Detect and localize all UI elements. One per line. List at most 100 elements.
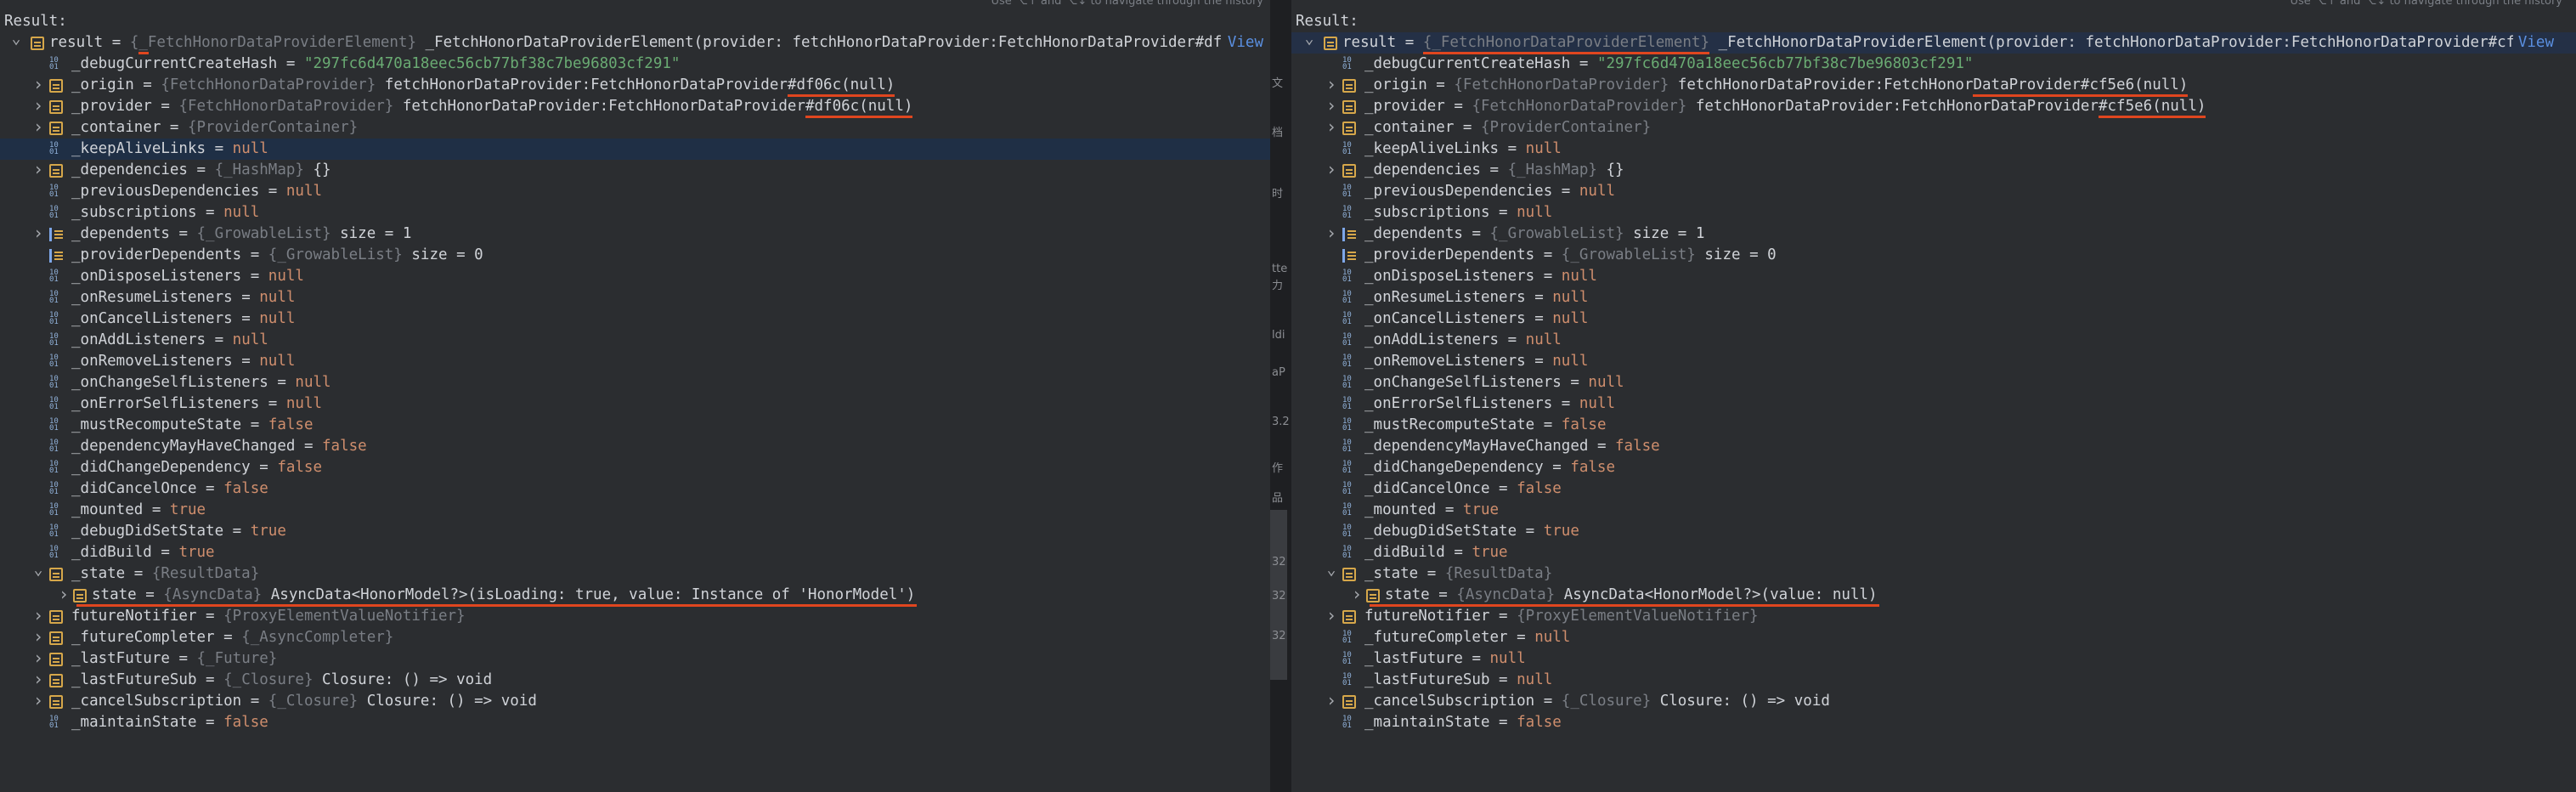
tree-row[interactable]: 10 01 _onRemoveListeners = null: [1291, 351, 2576, 372]
tree-row[interactable]: ⌄ _state = {ResultData}: [0, 563, 1270, 585]
tree-row[interactable]: 10 01 _didBuild = true: [1291, 542, 2576, 563]
tree-row[interactable]: 10 01 _onCancelListeners = null: [0, 308, 1270, 330]
tree-row[interactable]: 10 01 _subscriptions = null: [1291, 202, 2576, 223]
tree-row[interactable]: 10 01 _didChangeDependency = false: [0, 457, 1270, 478]
chevron-right-icon[interactable]: ›: [1349, 585, 1364, 605]
chevron-right-icon[interactable]: ›: [31, 691, 46, 711]
tree-row[interactable]: 10 01 _mounted = true: [1291, 500, 2576, 521]
tree-row[interactable]: 10 01 _onErrorSelfListeners = null: [0, 393, 1270, 415]
tree-row[interactable]: 10 01 _mustRecomputeState = false: [1291, 415, 2576, 436]
chevron-right-icon[interactable]: ›: [31, 117, 46, 138]
panel-divider[interactable]: 文档时 tte 力 ldi aP 3.2 作品 32 32 32: [1270, 0, 1291, 792]
tree-row[interactable]: › state = {AsyncData} AsyncData<HonorMode…: [0, 585, 1270, 606]
chevron-right-icon[interactable]: ›: [31, 96, 46, 116]
chevron-right-icon[interactable]: ›: [31, 606, 46, 626]
tree-row[interactable]: ⌄ _state = {ResultData}: [1291, 563, 2576, 585]
tree-row[interactable]: › _dependents = {_GrowableList} size = 1: [0, 223, 1270, 245]
background-glyph: 32: [1272, 630, 1286, 642]
chevron-right-icon[interactable]: ›: [31, 223, 46, 244]
tree-row[interactable]: 10 01 _futureCompleter = null: [1291, 627, 2576, 648]
view-link[interactable]: View: [2514, 32, 2554, 54]
tree-row[interactable]: 10 01 _previousDependencies = null: [1291, 181, 2576, 202]
tree-row[interactable]: 10 01 _keepAliveLinks = null: [0, 139, 1270, 160]
tree-row[interactable]: › _lastFutureSub = {_Closure} Closure: ()…: [0, 670, 1270, 691]
view-link[interactable]: View: [1223, 32, 1263, 54]
chevron-right-icon[interactable]: ›: [31, 160, 46, 180]
tree-row[interactable]: 10 01 _onAddListeners = null: [0, 330, 1270, 351]
tree-row[interactable]: 10 01 _onDisposeListeners = null: [1291, 266, 2576, 287]
chevron-down-icon[interactable]: ⌄: [1302, 32, 1317, 49]
tree-row[interactable]: › _dependencies = {_HashMap} {}: [1291, 160, 2576, 181]
tree-row[interactable]: › _dependents = {_GrowableList} size = 1: [1291, 223, 2576, 245]
tree-row[interactable]: › _lastFuture = {_Future}: [0, 648, 1270, 670]
tree-row[interactable]: 10 01 _debugDidSetState = true: [0, 521, 1270, 542]
chevron-right-icon[interactable]: ›: [1324, 223, 1339, 244]
chevron-right-icon[interactable]: ›: [31, 648, 46, 669]
chevron-right-icon[interactable]: ›: [56, 585, 71, 605]
variable-value: false: [277, 459, 323, 476]
tree-row[interactable]: _providerDependents = {_GrowableList} si…: [0, 245, 1270, 266]
tree-row[interactable]: 10 01 _lastFutureSub = null: [1291, 670, 2576, 691]
chevron-right-icon[interactable]: ›: [31, 670, 46, 690]
chevron-right-icon[interactable]: ›: [1324, 691, 1339, 711]
tree-row[interactable]: › _dependencies = {_HashMap} {}: [0, 160, 1270, 181]
chevron-right-icon[interactable]: ›: [1324, 160, 1339, 180]
tree-row[interactable]: › _futureCompleter = {_AsyncCompleter}: [0, 627, 1270, 648]
background-glyph: 文: [1272, 77, 1284, 90]
tree-row[interactable]: 10 01 _onRemoveListeners = null: [0, 351, 1270, 372]
tree-row[interactable]: 10 01 _onErrorSelfListeners = null: [1291, 393, 2576, 415]
chevron-right-icon[interactable]: ›: [1324, 117, 1339, 138]
tree-row[interactable]: › _cancelSubscription = {_Closure} Closur…: [0, 691, 1270, 712]
tree-row[interactable]: 10 01 _lastFuture = null: [1291, 648, 2576, 670]
tree-row[interactable]: › _cancelSubscription = {_Closure} Closur…: [1291, 691, 2576, 712]
tree-row[interactable]: › _origin = {FetchHonorDataProvider} fetc…: [0, 75, 1270, 96]
tree-row[interactable]: 10 01 _dependencyMayHaveChanged = false: [0, 436, 1270, 457]
chevron-down-icon[interactable]: ⌄: [1324, 563, 1339, 580]
variable-value: null: [1579, 395, 1616, 412]
chevron-down-icon[interactable]: ⌄: [8, 32, 24, 49]
tree-row[interactable]: › _container = {ProviderContainer}: [0, 117, 1270, 139]
field-icon: [1342, 610, 1356, 624]
tree-row[interactable]: › futureNotifier = {ProxyElementValueNoti…: [1291, 606, 2576, 627]
tree-row[interactable]: 10 01 _debugCurrentCreateHash = "297fc6d47…: [1291, 54, 2576, 75]
tree-row[interactable]: 10 01 _onChangeSelfListeners = null: [0, 372, 1270, 393]
tree-row[interactable]: 10 01 _mounted = true: [0, 500, 1270, 521]
tree-row[interactable]: 10 01 _maintainState = false: [0, 712, 1270, 733]
tree-row[interactable]: › _container = {ProviderContainer}: [1291, 117, 2576, 139]
chevron-right-icon[interactable]: ›: [31, 627, 46, 648]
tree-row[interactable]: 10 01 _didCancelOnce = false: [1291, 478, 2576, 500]
tree-row[interactable]: _providerDependents = {_GrowableList} si…: [1291, 245, 2576, 266]
tree-row[interactable]: › state = {AsyncData} AsyncData<HonorMode…: [1291, 585, 2576, 606]
tree-row[interactable]: 10 01 _didBuild = true: [0, 542, 1270, 563]
chevron-right-icon[interactable]: ›: [31, 75, 46, 95]
variable-name: _providerDependents: [71, 246, 242, 263]
tree-row[interactable]: 10 01 _onAddListeners = null: [1291, 330, 2576, 351]
tree-row[interactable]: 10 01 _onResumeListeners = null: [1291, 287, 2576, 308]
tree-row[interactable]: › futureNotifier = {ProxyElementValueNoti…: [0, 606, 1270, 627]
tree-row[interactable]: 10 01 _previousDependencies = null: [0, 181, 1270, 202]
chevron-down-icon[interactable]: ⌄: [31, 563, 46, 580]
tree-row[interactable]: › _provider = {FetchHonorDataProvider} fe…: [0, 96, 1270, 117]
tree-row[interactable]: 10 01 _onDisposeListeners = null: [0, 266, 1270, 287]
tree-row[interactable]: › _provider = {FetchHonorDataProvider} fe…: [1291, 96, 2576, 117]
tree-row[interactable]: 10 01 _didChangeDependency = false: [1291, 457, 2576, 478]
tree-row[interactable]: 10 01 _onCancelListeners = null: [1291, 308, 2576, 330]
tree-row[interactable]: › _origin = {FetchHonorDataProvider} fetc…: [1291, 75, 2576, 96]
chevron-right-icon[interactable]: ›: [1324, 606, 1339, 626]
tree-row[interactable]: ⌄ result = {_FetchHonorDataProviderElemen…: [1291, 32, 2576, 54]
tree-row[interactable]: 10 01 _debugDidSetState = true: [1291, 521, 2576, 542]
tree-row[interactable]: 10 01 _onChangeSelfListeners = null: [1291, 372, 2576, 393]
tree-row[interactable]: 10 01 _subscriptions = null: [0, 202, 1270, 223]
tree-row[interactable]: 10 01 _dependencyMayHaveChanged = false: [1291, 436, 2576, 457]
chevron-right-icon[interactable]: ›: [1324, 75, 1339, 95]
tree-row[interactable]: ⌄ result = {_FetchHonorDataProviderElemen…: [0, 32, 1270, 54]
tree-row[interactable]: 10 01 _keepAliveLinks = null: [1291, 139, 2576, 160]
tree-row[interactable]: 10 01 _debugCurrentCreateHash = "297fc6d47…: [0, 54, 1270, 75]
tree-row[interactable]: 10 01 _maintainState = false: [1291, 712, 2576, 733]
variable-value: size = 0: [411, 246, 483, 263]
chevron-right-icon[interactable]: ›: [1324, 96, 1339, 116]
tree-row[interactable]: 10 01 _mustRecomputeState = false: [0, 415, 1270, 436]
variable-value: null: [1588, 374, 1624, 391]
tree-row[interactable]: 10 01 _onResumeListeners = null: [0, 287, 1270, 308]
tree-row[interactable]: 10 01 _didCancelOnce = false: [0, 478, 1270, 500]
